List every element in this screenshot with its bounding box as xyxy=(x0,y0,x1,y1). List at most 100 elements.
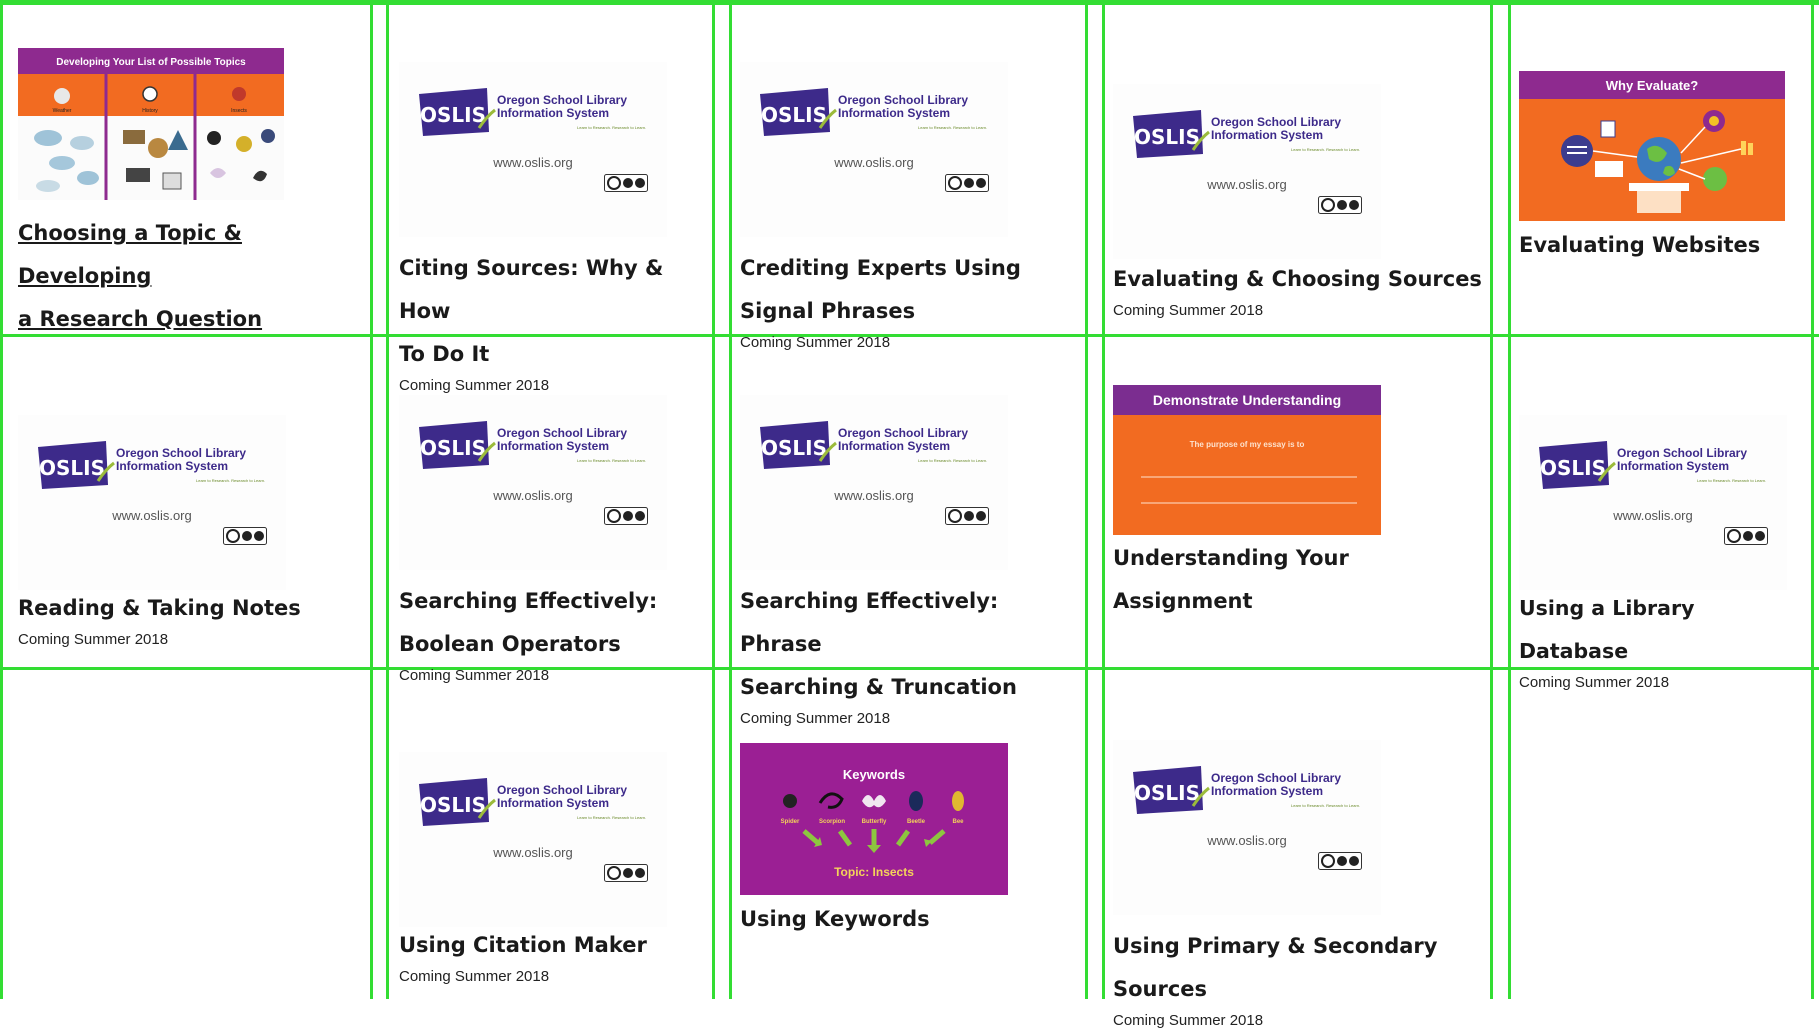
svg-text:OSLIS: OSLIS xyxy=(761,436,827,460)
svg-text:Oregon School Library: Oregon School Library xyxy=(1617,446,1747,460)
oslis-thumbnail[interactable]: OSLIS Oregon School Library Information … xyxy=(1519,415,1787,590)
topics-thumbnail[interactable]: Developing Your List of Possible Topics … xyxy=(18,48,284,200)
svg-text:Insects: Insects xyxy=(231,108,247,114)
lesson-tile-crediting-experts[interactable]: OSLIS Oregon School Library Information … xyxy=(740,62,1084,351)
svg-text:Oregon School Library: Oregon School Library xyxy=(1211,771,1341,785)
creative-commons-icon xyxy=(1318,852,1362,870)
keywords-thumbnail[interactable]: Keywords Spider Scorpion Butterfly Beetl… xyxy=(740,743,1008,895)
oslis-thumbnail[interactable]: OSLIS Oregon School Library Information … xyxy=(1113,740,1381,915)
svg-text:Information System: Information System xyxy=(838,106,950,120)
lesson-tile-using-keywords[interactable]: Keywords Spider Scorpion Butterfly Beetl… xyxy=(740,743,1084,941)
svg-text:Learn to Research. Research to: Learn to Research. Research to Learn. xyxy=(1291,147,1360,152)
oslis-logo-icon: OSLIS Oregon School Library Information … xyxy=(760,421,987,469)
status-text: Coming Summer 2018 xyxy=(1519,674,1670,691)
creative-commons-icon xyxy=(945,507,989,525)
lesson-title[interactable]: Evaluating & Choosing Sources xyxy=(1113,258,1488,301)
svg-text:OSLIS: OSLIS xyxy=(1134,781,1200,805)
oslis-url: www.oslis.org xyxy=(1207,833,1287,848)
svg-text:OSLIS: OSLIS xyxy=(420,793,486,817)
grid-line xyxy=(0,0,1819,5)
svg-text:Information System: Information System xyxy=(497,106,609,120)
svg-text:Oregon School Library: Oregon School Library xyxy=(838,93,968,107)
svg-text:Oregon School Library: Oregon School Library xyxy=(838,426,968,440)
oslis-url: www.oslis.org xyxy=(112,508,192,523)
lesson-title[interactable]: Understanding Your Assignment xyxy=(1113,537,1488,623)
lesson-title-link[interactable]: Choosing a Topic & Developing a Research… xyxy=(18,212,368,341)
oslis-url: www.oslis.org xyxy=(1207,177,1287,192)
oslis-thumbnail[interactable]: OSLIS Oregon School Library Information … xyxy=(740,395,1008,570)
svg-text:Oregon School Library: Oregon School Library xyxy=(497,93,627,107)
svg-text:Spider: Spider xyxy=(781,819,800,825)
grid-line xyxy=(1508,0,1511,999)
oslis-thumbnail[interactable]: OSLIS Oregon School Library Information … xyxy=(18,415,286,590)
oslis-url: www.oslis.org xyxy=(834,488,914,503)
svg-text:The purpose of my essay is to: The purpose of my essay is to xyxy=(1190,440,1305,449)
svg-text:Why Evaluate?: Why Evaluate? xyxy=(1606,78,1699,93)
oslis-thumbnail[interactable]: OSLIS Oregon School Library Information … xyxy=(1113,84,1381,259)
status-text: Coming Summer 2018 xyxy=(740,334,891,351)
lesson-tile-evaluating-sources[interactable]: OSLIS Oregon School Library Information … xyxy=(1113,84,1488,319)
lesson-grid: Developing Your List of Possible Topics … xyxy=(0,0,1819,1029)
svg-text:Learn to Research. Research to: Learn to Research. Research to Learn. xyxy=(577,125,646,130)
why-evaluate-thumbnail[interactable]: Why Evaluate? xyxy=(1519,71,1785,221)
svg-text:Information System: Information System xyxy=(1211,128,1323,142)
svg-text:OSLIS: OSLIS xyxy=(420,436,486,460)
lesson-title[interactable]: Using Keywords xyxy=(740,898,1084,941)
svg-text:OSLIS: OSLIS xyxy=(1134,125,1200,149)
lesson-tile-phrase-searching[interactable]: OSLIS Oregon School Library Information … xyxy=(740,395,1084,727)
svg-text:Oregon School Library: Oregon School Library xyxy=(116,446,246,460)
grid-line xyxy=(729,0,732,999)
oslis-thumbnail[interactable]: OSLIS Oregon School Library Information … xyxy=(740,62,1008,237)
lesson-tile-choosing-topic[interactable]: Developing Your List of Possible Topics … xyxy=(18,48,368,341)
svg-text:Oregon School Library: Oregon School Library xyxy=(1211,115,1341,129)
oslis-logo-icon: OSLIS Oregon School Library Information … xyxy=(1133,110,1360,158)
lesson-tile-citation-maker[interactable]: OSLIS Oregon School Library Information … xyxy=(399,752,709,985)
svg-text:Butterfly: Butterfly xyxy=(862,819,887,825)
oslis-logo-icon: OSLIS Oregon School Library Information … xyxy=(1539,441,1766,489)
oslis-url: www.oslis.org xyxy=(493,488,573,503)
grid-line xyxy=(1085,0,1088,999)
svg-text:Learn to Research. Research to: Learn to Research. Research to Learn. xyxy=(1697,478,1766,483)
svg-text:Learn to Research. Research to: Learn to Research. Research to Learn. xyxy=(577,458,646,463)
oslis-thumbnail[interactable]: OSLIS Oregon School Library Information … xyxy=(399,395,667,570)
lesson-tile-library-database[interactable]: OSLIS Oregon School Library Information … xyxy=(1519,415,1809,691)
lesson-title[interactable]: Searching Effectively: Boolean Operators xyxy=(399,580,709,666)
svg-text:OSLIS: OSLIS xyxy=(420,103,486,127)
svg-text:Demonstrate Understanding: Demonstrate Understanding xyxy=(1153,392,1341,408)
lesson-tile-understanding-assignment[interactable]: Demonstrate Understanding The purpose of… xyxy=(1113,385,1488,623)
status-text: Coming Summer 2018 xyxy=(399,667,550,684)
svg-text:Information System: Information System xyxy=(838,439,950,453)
lesson-title[interactable]: Evaluating Websites xyxy=(1519,224,1809,267)
lesson-title[interactable]: Citing Sources: Why & How To Do It xyxy=(399,247,709,376)
oslis-thumbnail[interactable]: OSLIS Oregon School Library Information … xyxy=(399,752,667,927)
lesson-title[interactable]: Using Primary & Secondary Sources xyxy=(1113,925,1488,1011)
svg-text:OSLIS: OSLIS xyxy=(1540,456,1606,480)
lesson-tile-reading-notes[interactable]: OSLIS Oregon School Library Information … xyxy=(18,415,368,648)
svg-text:Learn to Research. Research to: Learn to Research. Research to Learn. xyxy=(918,458,987,463)
grid-line xyxy=(386,0,389,999)
lesson-title[interactable]: Searching Effectively: Phrase Searching … xyxy=(740,580,1084,709)
lesson-tile-primary-secondary[interactable]: OSLIS Oregon School Library Information … xyxy=(1113,740,1488,1029)
creative-commons-icon xyxy=(945,174,989,192)
lesson-tile-boolean-operators[interactable]: OSLIS Oregon School Library Information … xyxy=(399,395,709,684)
lesson-title[interactable]: Using Citation Maker xyxy=(399,924,709,967)
svg-text:Beetle: Beetle xyxy=(907,819,926,825)
oslis-thumbnail[interactable]: OSLIS Oregon School Library Information … xyxy=(399,62,667,237)
svg-text:Developing Your List of Possib: Developing Your List of Possible Topics xyxy=(56,57,246,68)
svg-text:Information System: Information System xyxy=(1617,459,1729,473)
svg-text:Topic: Insects: Topic: Insects xyxy=(834,865,914,879)
lesson-title[interactable]: Crediting Experts Using Signal Phrases xyxy=(740,247,1084,333)
svg-text:OSLIS: OSLIS xyxy=(39,456,105,480)
svg-text:Weather: Weather xyxy=(53,108,72,114)
status-text: Coming Summer 2018 xyxy=(399,377,550,394)
svg-text:Learn to Research. Research to: Learn to Research. Research to Learn. xyxy=(1291,803,1360,808)
oslis-url: www.oslis.org xyxy=(1613,508,1693,523)
lesson-tile-evaluating-websites[interactable]: Why Evaluate? Evaluating Websites xyxy=(1519,71,1809,267)
status-text: Coming Summer 2018 xyxy=(18,631,169,648)
grid-line xyxy=(1811,0,1814,999)
demonstrate-understanding-thumbnail[interactable]: Demonstrate Understanding The purpose of… xyxy=(1113,385,1381,535)
lesson-title[interactable]: Reading & Taking Notes xyxy=(18,587,368,630)
lesson-tile-citing-sources[interactable]: OSLIS Oregon School Library Information … xyxy=(399,62,709,394)
svg-text:Keywords: Keywords xyxy=(843,767,905,782)
lesson-title[interactable]: Using a Library Database xyxy=(1519,587,1809,673)
